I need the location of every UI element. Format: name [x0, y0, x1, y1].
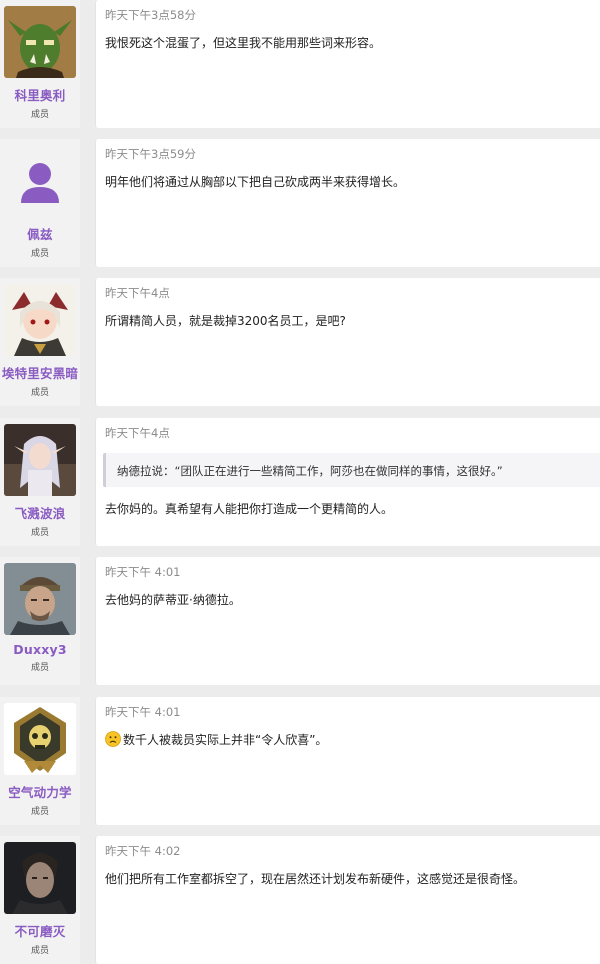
avatar[interactable] — [4, 703, 76, 775]
username[interactable]: 佩兹 — [27, 224, 52, 243]
avatar[interactable] — [4, 563, 76, 635]
post: 佩兹 成员 昨天下午3点59分 明年他们将通过从胸部以下把自己砍成两半来获得增长… — [0, 139, 600, 267]
message-body: 昨天下午 4:02 他们把所有工作室都拆空了，现在居然还计划发布新硬件，这感觉还… — [95, 836, 600, 964]
avatar[interactable] — [4, 284, 76, 356]
timestamp[interactable]: 昨天下午3点58分 — [105, 7, 196, 23]
author-panel: 埃特里安黑暗 成员 — [0, 278, 80, 406]
message-body: 昨天下午4点 所谓精简人员，就是裁掉3200名员工，是吧? — [95, 278, 600, 406]
username[interactable]: 埃特里安黑暗 — [2, 363, 78, 382]
author-panel: 飞溅波浪 成员 — [0, 418, 80, 546]
thread: 科里奥利 成员 昨天下午3点58分 我恨死这个混蛋了，但这里我不能用那些词来形容… — [0, 0, 600, 964]
username[interactable]: 空气动力学 — [8, 782, 72, 801]
message-line: 数千人被裁员实际上并非“令人欣喜”。 — [105, 731, 327, 748]
timestamp[interactable]: 昨天下午 4:01 — [105, 564, 180, 580]
timestamp[interactable]: 昨天下午4点 — [105, 285, 170, 301]
message-body: 昨天下午3点59分 明年他们将通过从胸部以下把自己砍成两半来获得增长。 — [95, 139, 600, 267]
message-text: 明年他们将通过从胸部以下把自己砍成两半来获得增长。 — [105, 175, 406, 189]
user-role: 成员 — [30, 249, 49, 259]
author-panel: 佩兹 成员 — [0, 139, 80, 267]
username[interactable]: 飞溅波浪 — [15, 503, 66, 522]
avatar[interactable] — [4, 6, 76, 78]
quote-text: 纳德拉说：“团队正在进行一些精简工作，阿莎也在做同样的事情，这很好。” — [117, 464, 503, 478]
message-text: 所谓精简人员，就是裁掉3200名员工，是吧? — [105, 314, 346, 328]
user-role: 成员 — [30, 807, 49, 817]
author-panel: 空气动力学 成员 — [0, 697, 80, 825]
user-role: 成员 — [30, 946, 49, 956]
message-body: 昨天下午 4:01 数千人被裁员实际上并非“令人欣喜”。 — [95, 697, 600, 825]
user-role: 成员 — [30, 110, 49, 120]
timestamp[interactable]: 昨天下午4点 — [105, 425, 170, 441]
avatar[interactable] — [4, 842, 76, 914]
username[interactable]: 不可磨灭 — [15, 921, 66, 940]
author-panel: 科里奥利 成员 — [0, 0, 80, 128]
post: 空气动力学 成员 昨天下午 4:01 数千人被裁员实际上并非“令人欣喜”。 — [0, 697, 600, 825]
username[interactable]: 科里奥利 — [15, 85, 66, 104]
frowning-face-emoji — [105, 731, 121, 747]
post: 飞溅波浪 成员 昨天下午4点 纳德拉说：“团队正在进行一些精简工作，阿莎也在做同… — [0, 418, 600, 546]
quote-block: 纳德拉说：“团队正在进行一些精简工作，阿莎也在做同样的事情，这很好。” — [103, 453, 600, 487]
username[interactable]: Duxxy3 — [13, 642, 66, 657]
message-text: 去你妈的。真希望有人能把你打造成一个更精简的人。 — [105, 502, 394, 516]
message-body: 昨天下午 4:01 去他妈的萨蒂亚·纳德拉。 — [95, 557, 600, 685]
post: 科里奥利 成员 昨天下午3点58分 我恨死这个混蛋了，但这里我不能用那些词来形容… — [0, 0, 600, 128]
timestamp[interactable]: 昨天下午 4:02 — [105, 843, 180, 859]
author-panel: 不可磨灭 成员 — [0, 836, 80, 964]
author-panel: Duxxy3 成员 — [0, 557, 80, 685]
post: Duxxy3 成员 昨天下午 4:01 去他妈的萨蒂亚·纳德拉。 — [0, 557, 600, 685]
message-text: 数千人被裁员实际上并非“令人欣喜”。 — [123, 733, 328, 747]
message-text: 我恨死这个混蛋了，但这里我不能用那些词来形容。 — [105, 36, 382, 50]
avatar[interactable] — [4, 145, 76, 217]
user-role: 成员 — [30, 528, 49, 538]
message-body: 昨天下午4点 纳德拉说：“团队正在进行一些精简工作，阿莎也在做同样的事情，这很好… — [95, 418, 600, 546]
message-text: 去他妈的萨蒂亚·纳德拉。 — [105, 593, 241, 607]
timestamp[interactable]: 昨天下午3点59分 — [105, 146, 196, 162]
user-role: 成员 — [30, 388, 49, 398]
timestamp[interactable]: 昨天下午 4:01 — [105, 704, 180, 720]
message-text: 他们把所有工作室都拆空了，现在居然还计划发布新硬件，这感觉还是很奇怪。 — [105, 872, 526, 886]
user-role: 成员 — [30, 663, 49, 673]
post: 埃特里安黑暗 成员 昨天下午4点 所谓精简人员，就是裁掉3200名员工，是吧? — [0, 278, 600, 406]
avatar[interactable] — [4, 424, 76, 496]
message-body: 昨天下午3点58分 我恨死这个混蛋了，但这里我不能用那些词来形容。 — [95, 0, 600, 128]
post: 不可磨灭 成员 昨天下午 4:02 他们把所有工作室都拆空了，现在居然还计划发布… — [0, 836, 600, 964]
